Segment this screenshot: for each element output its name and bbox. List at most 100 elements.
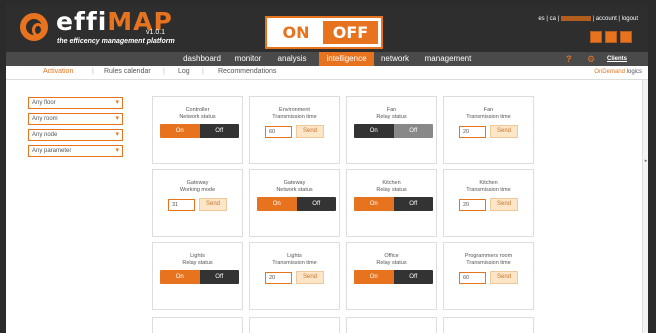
send-button[interactable]: Send [296,271,324,284]
power-icon[interactable] [605,31,617,43]
card-subtitle: Network status [179,114,216,120]
toggle-on-button[interactable]: On [354,197,394,211]
send-button[interactable]: Send [296,125,324,138]
tab-activation[interactable]: Activation [43,68,73,75]
account-link[interactable]: account [596,16,617,22]
card-title: Lights [190,253,205,259]
card-title: Fan [386,107,397,113]
card-subtitle: Working mode [179,187,216,193]
logout-link[interactable]: logout [622,16,638,22]
floor-filter[interactable]: Any floor [28,97,123,109]
card-title: Office [384,253,399,259]
card-subtitle: Relay status [376,187,407,193]
app-window: effiMAP v1.0.1 the efficency management … [6,4,648,333]
card-partial [152,317,243,333]
nav-dashboard[interactable]: dashboard [178,52,226,66]
node-card: Lights Relay status On Off [152,242,243,310]
card-title: Gateway [186,180,209,186]
card-subtitle: Transmission time [466,114,511,120]
toggle-off-button[interactable]: Off [296,197,336,211]
send-button[interactable]: Send [199,198,227,211]
node-card: Programmers room Transmission time 60 Send [443,242,534,310]
node-card: Gateway Working mode 31 Send [152,169,243,237]
card-title: Controller [185,107,210,113]
user-icon[interactable] [590,31,602,43]
value-input[interactable]: 60 [459,272,486,284]
card-title: Kitchen [382,180,401,186]
relay-toggle[interactable]: On Off [160,270,239,284]
card-partial [443,317,534,333]
card-title: Fan [483,107,494,113]
node-card: Kitchen Relay status On Off [346,169,437,237]
node-card: Fan Relay status On Off [346,96,437,164]
relay-toggle[interactable]: On Off [257,197,336,211]
nav-network[interactable]: network [376,52,414,66]
toggle-on-button[interactable]: On [160,124,200,138]
switch-off[interactable]: OFF [323,21,378,44]
building-icon[interactable] [620,31,632,43]
card-title: Lights [287,253,302,259]
onoff-switch[interactable]: ON OFF [265,16,383,49]
node-card: Fan Transmission time 20 Send [443,96,534,164]
parameter-filter[interactable]: Any parameter [28,145,123,157]
toggle-off-button[interactable]: Off [393,197,433,211]
tagline: the efficency management platform [57,38,175,45]
send-button[interactable]: Send [490,198,518,211]
toggle-on-button[interactable]: On [257,197,297,211]
toggle-off-button[interactable]: Off [199,270,239,284]
nav-monitor[interactable]: monitor [230,52,266,66]
node-card: Lights Transmission time 20 Send [249,242,340,310]
version-label: v1.0.1 [146,29,166,36]
scrollbar[interactable]: ▸ [642,80,648,333]
node-card: Environment Transmission time 60 Send [249,96,340,164]
toggle-off-button[interactable]: Off [393,124,433,138]
switch-on[interactable]: ON [270,21,322,44]
card-subtitle: Transmission time [466,187,511,193]
ondemand-logics-link[interactable]: OnDemand logics [594,69,642,75]
value-input[interactable]: 20 [459,126,486,138]
card-title: Gateway [283,180,306,186]
value-input[interactable]: 60 [265,126,292,138]
card-subtitle: Transmission time [466,260,511,266]
card-subtitle: Network status [276,187,313,193]
nav-intelligence[interactable]: intelligence [319,52,374,66]
node-card: Controller Network status On Off [152,96,243,164]
toggle-off-button[interactable]: Off [199,124,239,138]
value-input[interactable]: 20 [265,272,292,284]
send-button[interactable]: Send [490,125,518,138]
card-title: Environment [279,107,310,113]
send-button[interactable]: Send [490,271,518,284]
card-subtitle: Relay status [376,114,407,120]
scroll-right-icon[interactable]: ▸ [643,158,648,164]
room-filter[interactable]: Any room [28,113,123,125]
main-nav: dashboard monitor analysis intelligence … [6,52,648,66]
node-card: Gateway Network status On Off [249,169,340,237]
nav-analysis[interactable]: analysis [272,52,312,66]
nav-management[interactable]: management [420,52,476,66]
toggle-on-button[interactable]: On [354,270,394,284]
gear-icon[interactable]: ⚙ [587,54,595,65]
toggle-on-button[interactable]: On [354,124,394,138]
toggle-on-button[interactable]: On [160,270,200,284]
tab-rules-calendar[interactable]: Rules calendar [104,68,151,75]
sub-nav: Activation | Rules calendar | Log | Reco… [6,66,648,80]
lang-es-link[interactable]: es [538,16,544,22]
help-icon[interactable]: ? [566,54,572,64]
value-input[interactable]: 31 [168,199,195,211]
card-subtitle: Transmission time [272,260,317,266]
clients-link[interactable]: Clients [607,56,627,62]
tab-recommendations[interactable]: Recommendations [218,68,276,75]
card-subtitle: Transmission time [272,114,317,120]
logo-mark-icon [20,13,48,41]
relay-toggle[interactable]: On Off [354,197,433,211]
toggle-off-button[interactable]: Off [393,270,433,284]
relay-toggle[interactable]: On Off [160,124,239,138]
value-input[interactable]: 20 [459,199,486,211]
lang-ca-link[interactable]: ca [550,16,556,22]
node-filter[interactable]: Any node [28,129,123,141]
node-card: Office Relay status On Off [346,242,437,310]
relay-toggle[interactable]: On Off [354,270,433,284]
tab-log[interactable]: Log [178,68,190,75]
card-partial [346,317,437,333]
relay-toggle[interactable]: On Off [354,124,433,138]
